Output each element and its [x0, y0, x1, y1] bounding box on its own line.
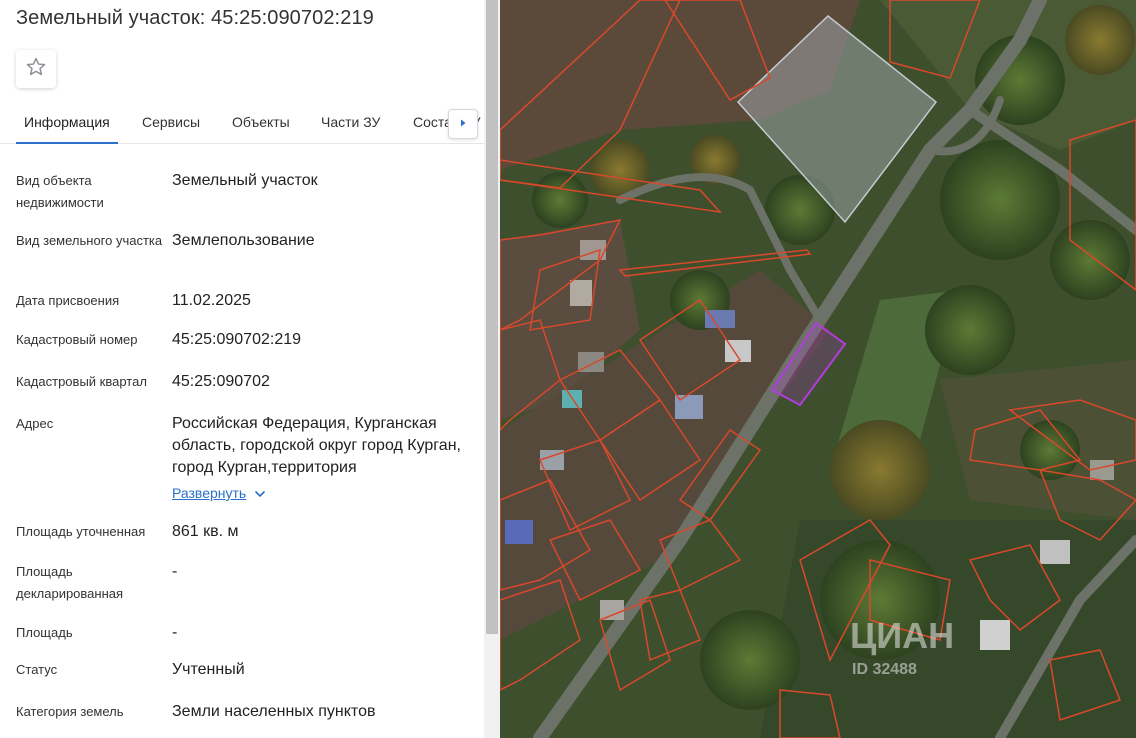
scrollbar-thumb[interactable] [486, 0, 498, 634]
house-roof [505, 520, 533, 544]
field-value: - [172, 624, 178, 641]
house-roof [705, 310, 735, 328]
tree [700, 610, 800, 710]
field-value: Российская Федерация, Курганская область… [172, 415, 461, 476]
tab-objects[interactable]: Объекты [232, 100, 290, 144]
map-canvas[interactable]: ЦИАН ID 32488 [500, 0, 1136, 738]
star-outline-icon [25, 56, 47, 83]
favorite-button[interactable] [16, 50, 56, 88]
field-value: 861 кв. м [172, 523, 239, 540]
field-label: Кадастровый номер [16, 332, 138, 347]
panel-scrollbar[interactable] [484, 0, 500, 738]
expand-link-label: Развернуть [172, 485, 247, 501]
chevron-down-icon [254, 485, 266, 501]
tree [925, 285, 1015, 375]
tab-services[interactable]: Сервисы [142, 100, 200, 144]
chevron-right-icon [458, 115, 468, 133]
field-value: 11.02.2025 [172, 292, 251, 309]
house-roof [1040, 540, 1070, 564]
field-value: Земли населенных пунктов [172, 703, 376, 720]
tab-bar: Информация Сервисы Объекты Части ЗУ Сост… [0, 100, 484, 144]
field-value: - [172, 563, 178, 580]
field-value: 45:25:090702:219 [172, 331, 302, 348]
tab-parts[interactable]: Части ЗУ [321, 100, 380, 144]
house-roof [570, 280, 592, 306]
field-value: Землепользование [172, 232, 315, 249]
house-roof [980, 620, 1010, 650]
field-label: Вид объекта недвижимости [16, 173, 104, 210]
tree [1065, 5, 1135, 75]
tabs-scroll-right-button[interactable] [448, 109, 478, 139]
field-value: 45:25:090702 [172, 373, 270, 390]
watermark-logo-text: ЦИАН [850, 615, 954, 656]
page-title: Земельный участок: 45:25:090702:219 [16, 7, 374, 29]
house-roof [1090, 460, 1114, 480]
tab-information[interactable]: Информация [16, 100, 118, 144]
field-label: Дата присвоения [16, 293, 120, 308]
field-value: Учтенный [172, 661, 245, 678]
field-label: Площадь декларированная [16, 564, 124, 601]
field-value: Земельный участок [172, 172, 318, 189]
field-label: Площадь уточненная [16, 524, 146, 539]
tree [830, 420, 930, 520]
watermark-id-text: ID 32488 [852, 661, 917, 678]
field-label: Категория земель [16, 704, 124, 719]
field-label: Площадь [16, 625, 73, 640]
field-label: Статус [16, 662, 58, 677]
field-label: Адрес [16, 416, 54, 431]
satellite-map[interactable]: ЦИАН ID 32488 [500, 0, 1136, 738]
house-roof [600, 600, 624, 620]
field-label: Вид земельного участка [16, 233, 163, 248]
field-label: Кадастровый квартал [16, 374, 147, 389]
info-panel: Земельный участок: 45:25:090702:219 Инфо… [0, 0, 484, 738]
tree [532, 172, 588, 228]
tree [1050, 220, 1130, 300]
expand-address-link[interactable]: Развернуть [172, 485, 266, 501]
